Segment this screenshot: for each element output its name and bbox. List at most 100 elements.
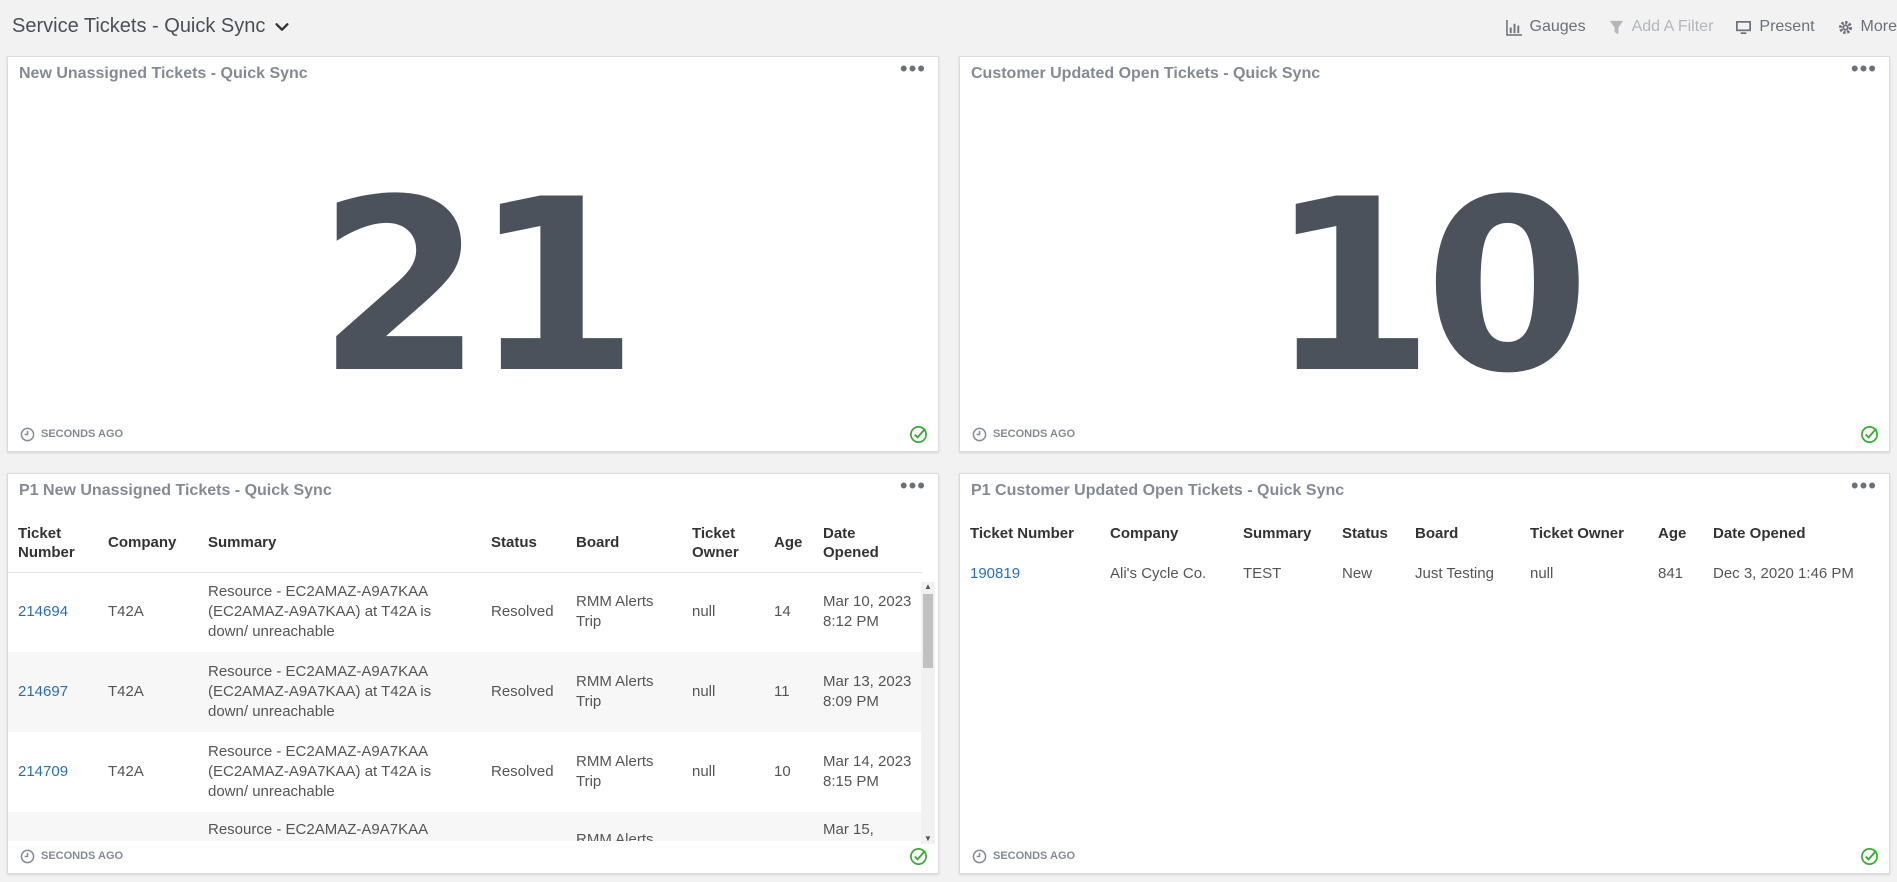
column-header[interactable]: Ticket Owner [682, 514, 764, 573]
ticket-number-link[interactable]: 190819 [970, 565, 1020, 582]
company-cell: T42A [108, 603, 144, 621]
check-circle-icon [910, 425, 927, 443]
column-header[interactable]: Ticket Number [8, 514, 98, 573]
scroll-down-arrow-icon[interactable]: ▼ [923, 834, 933, 844]
ticket-number-link[interactable]: 214709 [18, 763, 68, 780]
owner-cell [682, 812, 764, 841]
column-header[interactable]: Age [1648, 514, 1703, 552]
card-footer: SECONDS AGO [972, 847, 1879, 865]
metric-value: 10 [1268, 149, 1590, 426]
toolbar: Gauges Add A Filter Present More [1484, 18, 1897, 36]
owner-cell: null [1530, 565, 1554, 582]
column-header[interactable]: Ticket Number [960, 514, 1100, 552]
summary-cell: Resource - EC2AMAZ-A9A7KAA (EC2AMAZ-A9A7… [208, 663, 432, 720]
new-unassigned-card: New Unassigned Tickets - Quick Sync ••• … [7, 56, 939, 452]
last-updated-text: SECONDS AGO [993, 850, 1076, 862]
card-menu-button[interactable]: ••• [900, 58, 926, 80]
column-header[interactable]: Age [764, 514, 813, 573]
column-header[interactable]: Company [1100, 514, 1233, 552]
company-cell: T42A [108, 763, 144, 780]
owner-cell: null [692, 603, 716, 621]
table-row: 214709 T42A Resource - EC2AMAZ-A9A7KAA (… [8, 732, 922, 812]
table-scroll-area[interactable]: Ticket Number Company Summary Status Boa… [960, 514, 1889, 841]
ticket-number-link[interactable]: 214697 [18, 683, 68, 700]
present-button[interactable]: Present [1735, 18, 1815, 36]
dashboard-selector[interactable]: Service Tickets - Quick Sync [12, 15, 291, 38]
p1-new-unassigned-card: P1 New Unassigned Tickets - Quick Sync •… [7, 473, 939, 874]
date-opened-cell: Mar 15, [823, 821, 874, 838]
metric-value: 21 [317, 149, 638, 426]
card-title: New Unassigned Tickets - Quick Sync [19, 65, 308, 82]
age-cell: 11 [774, 683, 790, 700]
scroll-up-arrow-icon[interactable]: ▲ [923, 582, 933, 592]
gauges-button[interactable]: Gauges [1505, 18, 1586, 36]
add-filter-label: Add A Filter [1631, 18, 1714, 35]
column-header[interactable]: Date Opened [1703, 514, 1883, 552]
last-updated-text: SECONDS AGO [41, 428, 124, 440]
owner-cell: null [692, 683, 716, 700]
status-cell [481, 812, 566, 841]
dashboard-header: Service Tickets - Quick Sync Gauges Add … [0, 0, 1897, 56]
more-button[interactable]: More [1837, 18, 1897, 36]
customer-updated-card: Customer Updated Open Tickets - Quick Sy… [959, 56, 1890, 452]
column-header[interactable]: Board [1405, 514, 1520, 552]
table-header-row: Ticket Number Company Summary Status Boa… [8, 514, 922, 573]
table-scrollbar[interactable]: ▲ ▼ [921, 582, 935, 844]
tickets-table: Ticket Number Company Summary Status Boa… [8, 514, 922, 841]
filter-icon [1609, 20, 1623, 34]
company-cell: T42A [108, 683, 144, 700]
column-header[interactable]: Company [98, 514, 198, 573]
card-menu-button[interactable]: ••• [900, 475, 926, 497]
card-menu-button[interactable]: ••• [1851, 475, 1877, 497]
summary-cell: Resource - EC2AMAZ-A9A7KAA (EC2AMAZ-A9A7… [208, 583, 432, 641]
column-header[interactable]: Date Opened [813, 514, 922, 573]
board-cell: RMM Alerts Trip [576, 753, 654, 790]
column-header[interactable]: Summary [1233, 514, 1332, 552]
bar-chart-icon [1505, 19, 1522, 36]
table-scroll-area[interactable]: Ticket Number Company Summary Status Boa… [8, 514, 922, 841]
company-cell: Ali's Cycle Co. [1110, 565, 1207, 582]
board-cell: RMM Alerts Trip [576, 673, 654, 710]
board-cell: RMM Alerts [576, 831, 654, 841]
owner-cell: null [692, 763, 716, 780]
last-updated-text: SECONDS AGO [993, 428, 1076, 440]
ticket-number-link[interactable]: 214694 [18, 603, 68, 620]
column-header[interactable]: Summary [198, 514, 481, 573]
table-row: Resource - EC2AMAZ-A9A7KAA RMM Alerts Ma… [8, 812, 922, 841]
last-updated: SECONDS AGO [972, 427, 1075, 442]
date-opened-cell: Mar 10, 2023 8:12 PM [823, 593, 912, 631]
company-cell [98, 812, 198, 841]
summary-cell: Resource - EC2AMAZ-A9A7KAA [208, 821, 429, 838]
card-title: P1 New Unassigned Tickets - Quick Sync [19, 482, 332, 499]
column-header[interactable]: Ticket Owner [1520, 514, 1648, 552]
board-cell: RMM Alerts Trip [576, 593, 654, 631]
age-cell: 10 [774, 763, 791, 780]
column-header[interactable]: Status [1332, 514, 1405, 552]
column-header[interactable]: Board [566, 514, 682, 573]
date-opened-cell: Dec 3, 2020 1:46 PM [1713, 565, 1854, 582]
age-cell: 841 [1658, 565, 1684, 582]
monitor-icon [1736, 20, 1752, 34]
more-label: More [1860, 18, 1897, 35]
p1-customer-updated-card: P1 Customer Updated Open Tickets - Quick… [959, 473, 1890, 874]
summary-cell: Resource - EC2AMAZ-A9A7KAA (EC2AMAZ-A9A7… [208, 743, 432, 800]
table-row: 190819 Ali's Cycle Co. TEST New Just Tes… [960, 552, 1883, 596]
clock-icon [972, 849, 987, 863]
scrollbar-thumb[interactable] [923, 594, 933, 668]
last-updated: SECONDS AGO [20, 427, 123, 442]
clock-icon [972, 427, 987, 441]
age-cell: 14 [774, 603, 791, 621]
last-updated-text: SECONDS AGO [41, 850, 124, 862]
card-menu-button[interactable]: ••• [1851, 58, 1877, 80]
board-cell: Just Testing [1415, 565, 1494, 582]
card-footer: SECONDS AGO [20, 425, 928, 443]
present-label: Present [1759, 18, 1815, 35]
table-row: 214694 T42A Resource - EC2AMAZ-A9A7KAA (… [8, 572, 922, 652]
status-cell: Resolved [491, 763, 554, 780]
add-filter-button[interactable]: Add A Filter [1608, 18, 1714, 36]
table-row: 214697 T42A Resource - EC2AMAZ-A9A7KAA (… [8, 652, 922, 732]
check-circle-icon [910, 847, 927, 865]
column-header[interactable]: Status [481, 514, 566, 573]
chevron-down-icon [275, 22, 289, 31]
date-opened-cell: Mar 13, 2023 8:09 PM [823, 673, 912, 710]
